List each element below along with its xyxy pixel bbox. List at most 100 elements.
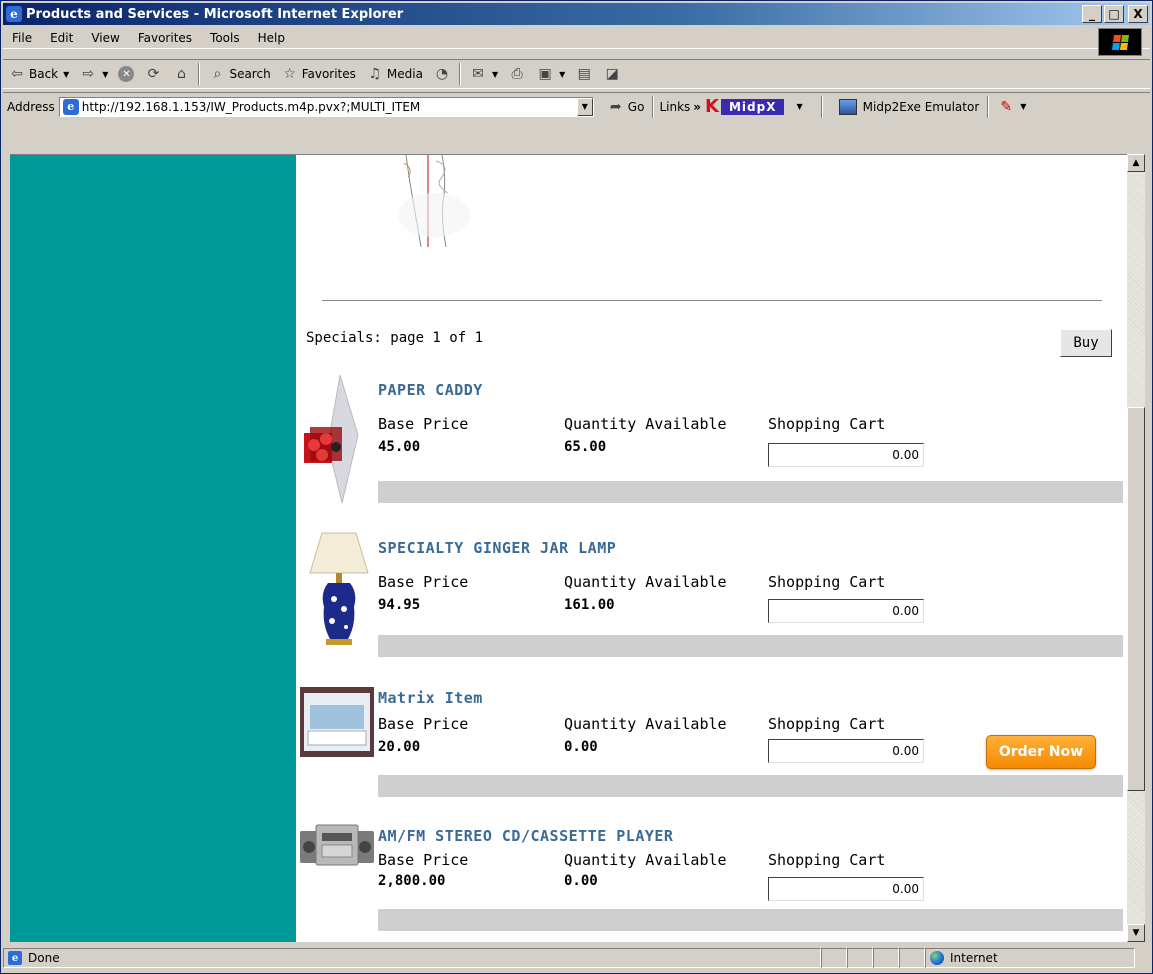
shopping-cart-input[interactable]: 0.00	[768, 739, 924, 763]
maximize-button[interactable]: □	[1104, 5, 1124, 23]
window-controls: _ □ X	[1082, 5, 1148, 23]
print-button[interactable]: ⎙	[503, 61, 531, 87]
shopping-cart-header: Shopping Cart	[768, 715, 886, 733]
menu-edit[interactable]: Edit	[41, 31, 82, 45]
menu-favorites[interactable]: Favorites	[129, 31, 201, 45]
base-price-header: Base Price	[378, 851, 469, 869]
status-text: Done	[28, 951, 60, 965]
quantity-value: 161.00	[564, 597, 615, 613]
search-icon: ⌕	[213, 66, 222, 82]
base-price-value: 2,800.00	[378, 873, 446, 889]
back-label: Back	[29, 67, 59, 81]
specials-page-label: Specials: page 1 of 1	[306, 330, 484, 346]
status-cell	[821, 948, 847, 968]
messenger-button[interactable]: ◪	[598, 61, 626, 87]
menu-bar: File Edit View Favorites Tools Help	[3, 27, 1150, 56]
standard-toolbar: ⇦ Back ▼ ⇨ ▼ ✕ ⟳ ⌂ ⌕ Search ☆ Favorites …	[3, 59, 1150, 89]
product-name[interactable]: PAPER CADDY	[378, 381, 483, 399]
favorites-label: Favorites	[301, 67, 356, 81]
row-separator-bar	[378, 909, 1123, 931]
ie-logo-icon: e	[6, 6, 22, 22]
product-name[interactable]: AM/FM STEREO CD/CASSETTE PLAYER	[378, 827, 673, 845]
toolbar-separator	[458, 63, 461, 85]
mail-button[interactable]: ✉ ▼	[464, 61, 503, 87]
order-now-button[interactable]: Order Now	[986, 735, 1096, 769]
quantity-value: 0.00	[564, 873, 598, 889]
buy-button[interactable]: Buy	[1060, 329, 1112, 357]
scroll-down-icon[interactable]: ▼	[1127, 924, 1145, 942]
media-button[interactable]: ♫ Media	[361, 61, 428, 87]
status-cell	[873, 948, 899, 968]
shopping-cart-input[interactable]: 0.00	[768, 443, 924, 467]
page-done-icon: e	[8, 951, 22, 965]
toolbar-separator	[820, 95, 823, 118]
chevron-down-icon[interactable]: ▼	[492, 70, 498, 79]
shopping-cart-input[interactable]: 0.00	[768, 877, 924, 901]
acrobat-button[interactable]: ✎ ▼	[992, 94, 1031, 120]
quantity-value: 0.00	[564, 739, 598, 755]
shopping-cart-header: Shopping Cart	[768, 573, 886, 591]
midp2exe-emulator-button[interactable]: Midp2Exe Emulator	[834, 94, 985, 120]
product-name[interactable]: SPECIALTY GINGER JAR LAMP	[378, 539, 616, 557]
forward-button[interactable]: ⇨ ▼	[74, 61, 113, 87]
chevron-down-icon[interactable]: ▼	[796, 102, 802, 111]
history-icon: ◔	[435, 66, 449, 82]
chevron-down-icon[interactable]: ▼	[63, 70, 69, 79]
acrobat-icon: ✎	[1000, 98, 1013, 115]
go-button[interactable]: ➦ Go	[602, 94, 650, 120]
midpx-k-logo-icon: K	[705, 96, 719, 117]
quantity-header: Quantity Available	[564, 415, 727, 433]
product-name[interactable]: Matrix Item	[378, 689, 483, 707]
status-cell	[847, 948, 873, 968]
favorites-button[interactable]: ☆ Favorites	[276, 61, 361, 87]
menu-view[interactable]: View	[82, 31, 128, 45]
left-color-band	[10, 155, 296, 942]
title-bar[interactable]: e Products and Services - Microsoft Inte…	[3, 3, 1150, 25]
media-icon: ♫	[368, 66, 382, 82]
address-dropdown-icon[interactable]: ▼	[576, 97, 593, 116]
refresh-button[interactable]: ⟳	[139, 61, 167, 87]
security-zone-cell: Internet	[925, 948, 1135, 968]
matrix-item-image	[300, 687, 374, 757]
quantity-value: 65.00	[564, 439, 607, 455]
home-icon: ⌂	[177, 66, 186, 82]
base-price-header: Base Price	[378, 573, 469, 591]
page-content: Specials: page 1 of 1 Buy PAPER CADDY Ba…	[296, 155, 1127, 942]
menu-help[interactable]: Help	[249, 31, 294, 45]
back-button[interactable]: ⇦ Back ▼	[3, 61, 74, 87]
base-price-header: Base Price	[378, 715, 469, 733]
address-label: Address	[7, 99, 55, 114]
shopping-cart-input[interactable]: 0.00	[768, 599, 924, 623]
address-field[interactable]: e http://192.168.1.153/IW_Products.m4p.p…	[58, 96, 594, 117]
chevron-down-icon[interactable]: ▼	[102, 70, 108, 79]
address-url[interactable]: http://192.168.1.153/IW_Products.m4p.pvx…	[82, 100, 577, 114]
chevron-down-icon[interactable]: ▼	[559, 70, 565, 79]
base-price-value: 20.00	[378, 739, 421, 755]
vertical-scrollbar[interactable]: ▲ ▼	[1127, 154, 1145, 942]
discuss-button[interactable]: ▤	[570, 61, 598, 87]
toolbar-separator	[987, 95, 990, 118]
stop-button[interactable]: ✕	[113, 61, 139, 87]
home-button[interactable]: ⌂	[167, 61, 195, 87]
search-button[interactable]: ⌕ Search	[203, 61, 275, 87]
media-label: Media	[386, 67, 423, 81]
close-button[interactable]: X	[1128, 5, 1148, 23]
go-label: Go	[627, 99, 645, 114]
minimize-button[interactable]: _	[1082, 5, 1102, 23]
discuss-icon: ▤	[577, 66, 591, 82]
links-label[interactable]: Links	[659, 100, 690, 114]
emulator-label: Midp2Exe Emulator	[862, 99, 980, 114]
quantity-header: Quantity Available	[564, 715, 727, 733]
chevron-down-icon[interactable]: ▼	[1020, 102, 1026, 111]
row-separator-bar	[378, 775, 1123, 797]
browser-window: e Products and Services - Microsoft Inte…	[0, 0, 1153, 974]
scrollbar-thumb[interactable]	[1127, 407, 1145, 791]
links-chevron-icon[interactable]: »	[693, 100, 701, 114]
edit-button[interactable]: ▣ ▼	[531, 61, 570, 87]
scroll-up-icon[interactable]: ▲	[1127, 154, 1145, 172]
midpx-toolbar[interactable]: K MidpX ▼	[705, 96, 803, 117]
menu-file[interactable]: File	[3, 31, 41, 45]
history-button[interactable]: ◔	[428, 61, 456, 87]
emulator-icon	[838, 98, 857, 115]
menu-tools[interactable]: Tools	[201, 31, 249, 45]
